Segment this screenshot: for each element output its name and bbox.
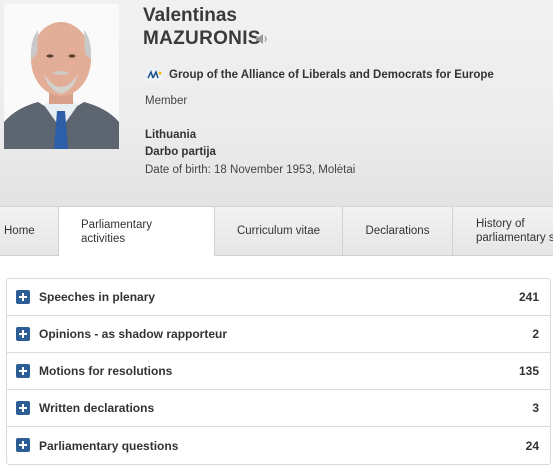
alde-group-icon — [145, 68, 163, 82]
activity-label: Parliamentary questions — [39, 438, 179, 453]
activity-row-opinions[interactable]: Opinions - as shadow rapporteur 2 — [7, 316, 550, 353]
mep-country: Lithuania — [145, 129, 197, 141]
tab-history-of-parliamentary-service[interactable]: History of parliamentary s — [453, 206, 553, 255]
plus-icon[interactable] — [16, 290, 30, 304]
mep-first-name: Valentinas — [143, 5, 237, 26]
activity-label: Speeches in plenary — [39, 290, 156, 304]
speaker-icon[interactable] — [255, 32, 269, 46]
profile-tabs: Home Parliamentary activities Curriculum … — [0, 206, 553, 256]
tab-declarations[interactable]: Declarations — [343, 206, 453, 255]
activity-label: Written declarations — [39, 401, 155, 415]
activity-row-written-declarations[interactable]: Written declarations 3 — [7, 390, 550, 427]
mep-last-name: MAZURONIS — [143, 28, 261, 49]
activity-label: Motions for resolutions — [39, 364, 173, 378]
date-of-birth: Date of birth: 18 November 1953, Molėtai — [145, 164, 356, 176]
plus-icon[interactable] — [16, 401, 30, 415]
activities-list: Speeches in plenary 241 Opinions - as sh… — [6, 278, 551, 465]
activity-label: Opinions - as shadow rapporteur — [39, 327, 228, 341]
activity-count: 135 — [518, 364, 539, 378]
tab-declarations-label: Declarations — [365, 225, 430, 237]
tab-curriculum-vitae-label: Curriculum vitae — [236, 225, 321, 237]
activity-row-speeches[interactable]: Speeches in plenary 241 — [7, 279, 550, 316]
mep-role: Member — [145, 95, 188, 107]
activity-count: 2 — [532, 327, 539, 341]
mep-photo — [4, 4, 119, 149]
activity-count: 3 — [532, 401, 539, 415]
plus-icon[interactable] — [16, 327, 30, 341]
activity-count: 241 — [518, 290, 539, 304]
national-party: Darbo partija — [145, 146, 216, 158]
tab-home-label: Home — [4, 225, 35, 237]
plus-icon[interactable] — [16, 364, 30, 378]
activity-row-questions[interactable]: Parliamentary questions 24 — [7, 427, 550, 464]
tab-parliamentary-activities-label: Parliamentary activities — [81, 218, 152, 245]
political-group[interactable]: Group of the Alliance of Liberals and De… — [169, 69, 494, 81]
tab-home[interactable]: Home — [0, 206, 59, 255]
plus-icon[interactable] — [16, 438, 30, 452]
activity-row-motions[interactable]: Motions for resolutions 135 — [7, 353, 550, 390]
tab-curriculum-vitae[interactable]: Curriculum vitae — [215, 206, 343, 255]
tab-parliamentary-activities[interactable]: Parliamentary activities — [59, 206, 215, 256]
activity-count: 24 — [525, 438, 539, 453]
mep-header: Valentinas MAZURONIS Group of the Allian… — [0, 0, 553, 206]
tab-history-label: History of parliamentary s — [476, 218, 553, 244]
